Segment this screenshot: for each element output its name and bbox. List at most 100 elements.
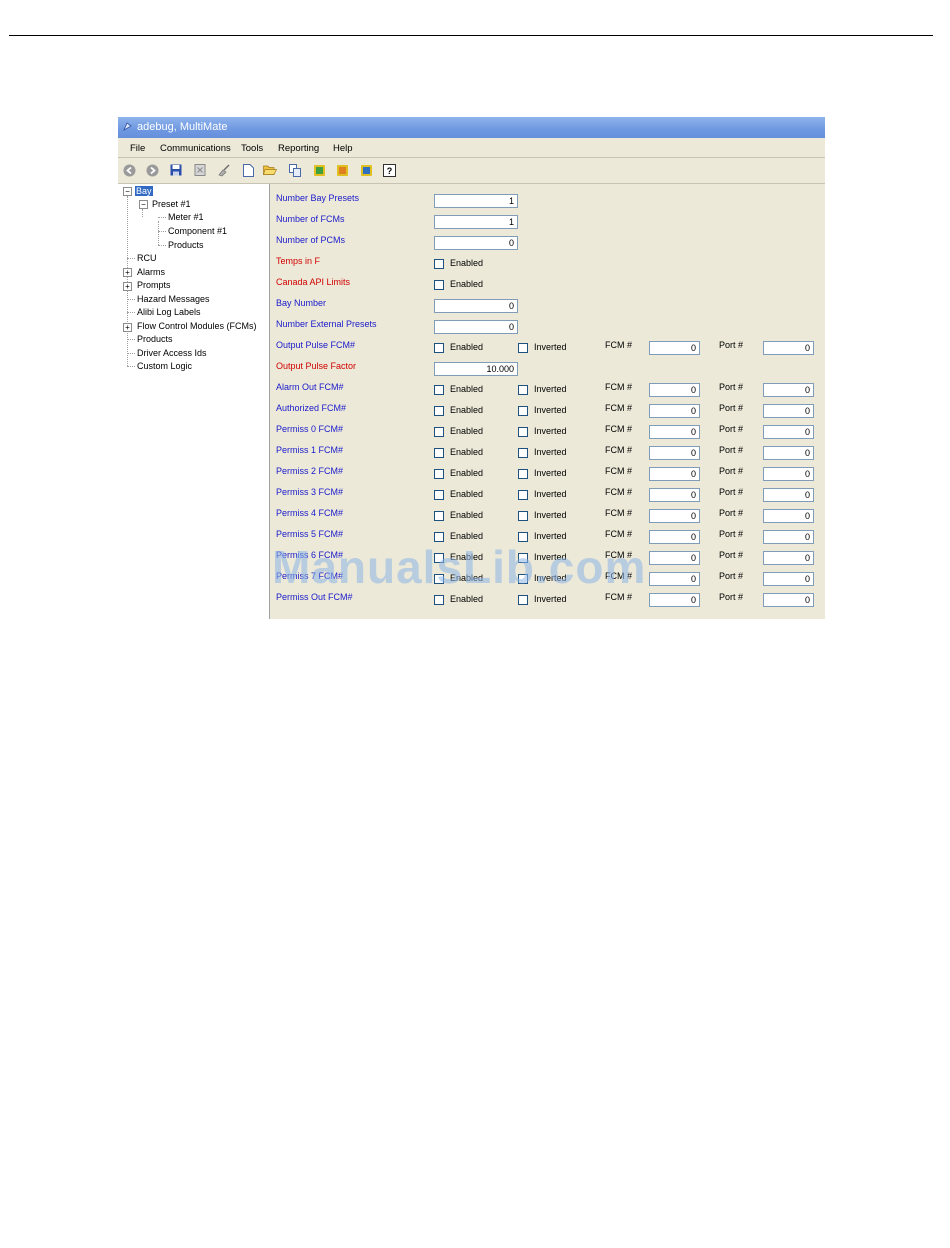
- fcms-expand-toggle[interactable]: +: [123, 323, 132, 332]
- io-row-inverted-checkbox[interactable]: [518, 490, 528, 500]
- io-row-fcm-input[interactable]: 0: [649, 488, 700, 502]
- io-row-port-input[interactable]: 0: [763, 446, 814, 460]
- module-orange-icon[interactable]: [335, 163, 349, 177]
- number-pcms-input[interactable]: 0: [434, 236, 518, 250]
- io-row-enabled-checkbox[interactable]: [434, 511, 444, 521]
- tree-item-component[interactable]: Component #1: [168, 226, 227, 237]
- tree-item-hazard-messages[interactable]: Hazard Messages: [137, 294, 210, 305]
- io-row-enabled-checkbox[interactable]: [434, 427, 444, 437]
- io-row-inverted-checkbox[interactable]: [518, 469, 528, 479]
- temps-in-f-checkbox[interactable]: [434, 259, 444, 269]
- menu-tools[interactable]: Tools: [241, 143, 263, 154]
- io-row-inverted-checkbox[interactable]: [518, 511, 528, 521]
- menu-help[interactable]: Help: [333, 143, 353, 154]
- help-icon[interactable]: ?: [382, 163, 396, 177]
- io-row-label: Permiss 1 FCM#: [276, 445, 344, 455]
- io-row-enabled-checkbox[interactable]: [434, 490, 444, 500]
- brush-icon[interactable]: [217, 163, 231, 177]
- io-row-fcm-label: FCM #: [605, 466, 632, 476]
- io-row-inverted-checkbox[interactable]: [518, 385, 528, 395]
- output-pulse-factor-input[interactable]: 10.000: [434, 362, 518, 376]
- tree-item-preset[interactable]: Preset #1: [152, 199, 191, 210]
- number-fcms-input[interactable]: 1: [434, 215, 518, 229]
- io-row-port-input[interactable]: 0: [763, 572, 814, 586]
- module-blue-icon[interactable]: [359, 163, 373, 177]
- module-green-icon[interactable]: [312, 163, 326, 177]
- menu-file[interactable]: File: [130, 143, 145, 154]
- canada-api-limits-checkbox[interactable]: [434, 280, 444, 290]
- menu-reporting[interactable]: Reporting: [278, 143, 319, 154]
- tree-item-custom-logic[interactable]: Custom Logic: [137, 361, 192, 372]
- window-title: adebug, MultiMate: [137, 121, 228, 133]
- io-row-inverted-checkbox[interactable]: [518, 595, 528, 605]
- save-icon[interactable]: [169, 163, 183, 177]
- io-row-inverted-checkbox[interactable]: [518, 406, 528, 416]
- io-row-port-input[interactable]: 0: [763, 509, 814, 523]
- io-row-port-input[interactable]: 0: [763, 425, 814, 439]
- preset-collapse-toggle[interactable]: −: [139, 200, 148, 209]
- io-row-label: Permiss 5 FCM#: [276, 529, 344, 539]
- io-row-enabled-text: Enabled: [450, 426, 484, 436]
- io-row-port-input[interactable]: 0: [763, 467, 814, 481]
- io-row-inverted-text: Inverted: [534, 405, 567, 415]
- io-row-enabled-checkbox[interactable]: [434, 469, 444, 479]
- copy-icon[interactable]: [288, 163, 302, 177]
- alarms-expand-toggle[interactable]: +: [123, 268, 132, 277]
- open-folder-icon[interactable]: [263, 163, 277, 177]
- tree-item-preset-products[interactable]: Products: [168, 240, 204, 251]
- io-row-enabled-text: Enabled: [450, 489, 484, 499]
- io-row-inverted-checkbox[interactable]: [518, 343, 528, 353]
- io-row-inverted-checkbox[interactable]: [518, 448, 528, 458]
- io-row-port-label: Port #: [719, 508, 744, 518]
- bay-number-input[interactable]: 0: [434, 299, 518, 313]
- io-row-fcm-input[interactable]: 0: [649, 572, 700, 586]
- io-row-inverted-checkbox[interactable]: [518, 427, 528, 437]
- io-row-port-input[interactable]: 0: [763, 530, 814, 544]
- io-row-fcm-input[interactable]: 0: [649, 425, 700, 439]
- menu-communications[interactable]: Communications: [160, 143, 231, 154]
- io-row-enabled-checkbox[interactable]: [434, 595, 444, 605]
- tree-item-alarms[interactable]: Alarms: [137, 267, 165, 278]
- io-row-inverted-text: Inverted: [534, 447, 567, 457]
- io-row-fcm-input[interactable]: 0: [649, 383, 700, 397]
- temps-in-f-label: Temps in F: [276, 256, 321, 266]
- io-row-enabled-checkbox[interactable]: [434, 385, 444, 395]
- tree-item-bay[interactable]: Bay: [135, 186, 153, 196]
- io-row-port-input[interactable]: 0: [763, 404, 814, 418]
- tree-item-alibi-log-labels[interactable]: Alibi Log Labels: [137, 307, 201, 318]
- io-row-enabled-checkbox[interactable]: [434, 343, 444, 353]
- io-row-port-input[interactable]: 0: [763, 341, 814, 355]
- io-row-enabled-text: Enabled: [450, 405, 484, 415]
- tree-item-products[interactable]: Products: [137, 334, 173, 345]
- io-row-enabled-checkbox[interactable]: [434, 406, 444, 416]
- tree-item-flow-control-modules[interactable]: Flow Control Modules (FCMs): [137, 321, 257, 332]
- title-bar: adebug, MultiMate: [118, 117, 825, 138]
- io-row-port-input[interactable]: 0: [763, 488, 814, 502]
- io-row-fcm-input[interactable]: 0: [649, 467, 700, 481]
- tree-item-rcu[interactable]: RCU: [137, 253, 157, 264]
- io-row-fcm-input[interactable]: 0: [649, 509, 700, 523]
- io-row-fcm-input[interactable]: 0: [649, 341, 700, 355]
- io-row-fcm-input[interactable]: 0: [649, 530, 700, 544]
- external-presets-input[interactable]: 0: [434, 320, 518, 334]
- io-row-enabled-checkbox[interactable]: [434, 448, 444, 458]
- io-row-port-input[interactable]: 0: [763, 593, 814, 607]
- back-icon[interactable]: [122, 163, 136, 177]
- tree-item-prompts[interactable]: Prompts: [137, 280, 171, 291]
- number-bay-presets-input[interactable]: 1: [434, 194, 518, 208]
- close-doc-icon[interactable]: [193, 163, 207, 177]
- prompts-expand-toggle[interactable]: +: [123, 282, 132, 291]
- io-row-port-input[interactable]: 0: [763, 551, 814, 565]
- bay-collapse-toggle[interactable]: −: [123, 187, 132, 196]
- new-doc-icon[interactable]: [241, 163, 255, 177]
- io-row-fcm-input[interactable]: 0: [649, 446, 700, 460]
- io-row-port-label: Port #: [719, 424, 744, 434]
- tree-item-meter[interactable]: Meter #1: [168, 212, 204, 223]
- forward-icon[interactable]: [145, 163, 159, 177]
- io-row-fcm-input[interactable]: 0: [649, 593, 700, 607]
- io-row-port-input[interactable]: 0: [763, 383, 814, 397]
- io-row-fcm-input[interactable]: 0: [649, 404, 700, 418]
- io-row-fcm-input[interactable]: 0: [649, 551, 700, 565]
- tree-item-driver-access-ids[interactable]: Driver Access Ids: [137, 348, 207, 359]
- io-row-enabled-text: Enabled: [450, 342, 484, 352]
